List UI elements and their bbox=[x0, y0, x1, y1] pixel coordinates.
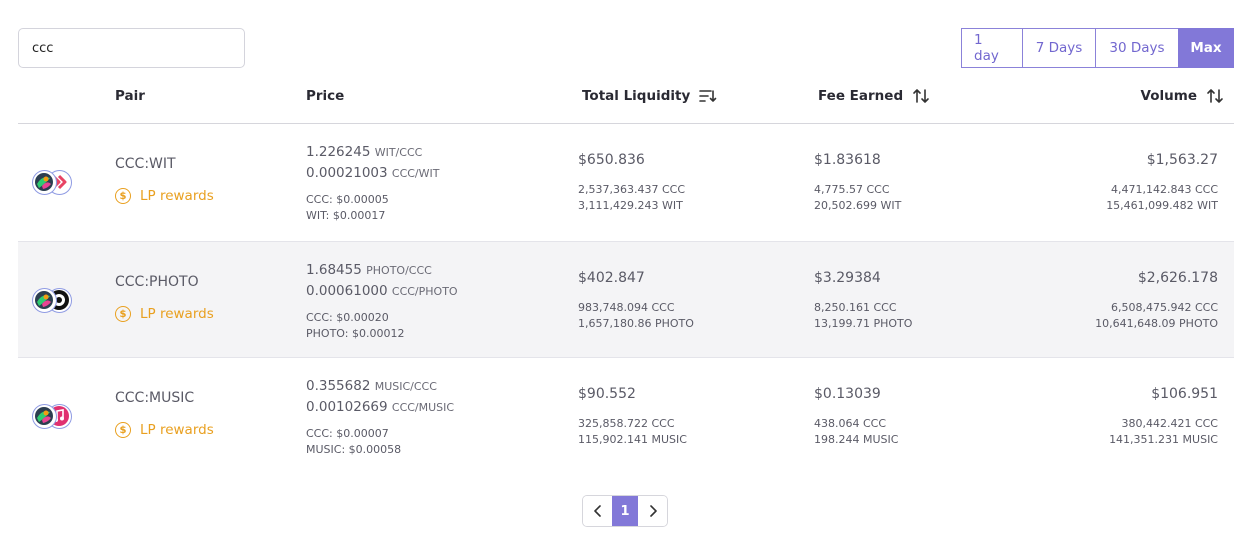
table-row[interactable]: CCC:WIT $ LP rewards 1.226245 WIT/CCC 0.0… bbox=[18, 124, 1234, 241]
range-max-button[interactable]: Max bbox=[1178, 28, 1234, 68]
sort-icon[interactable] bbox=[1206, 88, 1224, 104]
table-header: Pair Price Total Liquidity Fee Earned Vo… bbox=[18, 76, 1234, 124]
total-liquidity-breakdown: 2,537,363.437 CCC 3,111,429.243 WIT bbox=[578, 183, 686, 212]
fee-earned-breakdown: 4,775.57 CCC 20,502.699 WIT bbox=[814, 183, 902, 212]
range-1-day-button[interactable]: 1 day bbox=[961, 28, 1023, 68]
range-30-days-button[interactable]: 30 Days bbox=[1095, 28, 1179, 68]
pair-name[interactable]: CCC:PHOTO bbox=[115, 274, 199, 290]
total-liquidity-value: $650.836 bbox=[578, 152, 645, 168]
total-liquidity-breakdown: 325,858.722 CCC 115,902.141 MUSIC bbox=[578, 417, 687, 446]
header-volume[interactable]: Volume bbox=[1141, 88, 1224, 104]
sort-icon[interactable] bbox=[912, 88, 930, 104]
token-usd-prices: CCC: $0.00020 PHOTO: $0.00012 bbox=[306, 311, 405, 340]
ccc-token-icon bbox=[32, 170, 57, 195]
pair-token-icons bbox=[32, 170, 80, 196]
header-fee-earned[interactable]: Fee Earned bbox=[818, 88, 930, 104]
lp-rewards-link[interactable]: $ LP rewards bbox=[115, 422, 214, 438]
total-liquidity-breakdown: 983,748.094 CCC 1,657,180.86 PHOTO bbox=[578, 301, 694, 330]
volume-value: $106.951 bbox=[1151, 386, 1218, 402]
volume-value: $1,563.27 bbox=[1146, 152, 1218, 168]
dollar-coin-icon: $ bbox=[115, 306, 131, 322]
time-range-selector: 1 day 7 Days 30 Days Max bbox=[961, 28, 1234, 68]
token-usd-prices: CCC: $0.00007 MUSIC: $0.00058 bbox=[306, 427, 402, 456]
dollar-coin-icon: $ bbox=[115, 188, 131, 204]
header-total-liquidity[interactable]: Total Liquidity bbox=[582, 88, 717, 104]
fee-earned-value: $0.13039 bbox=[814, 386, 881, 402]
total-liquidity-value: $402.847 bbox=[578, 270, 645, 286]
fee-earned-breakdown: 438.064 CCC 198.244 MUSIC bbox=[814, 417, 899, 446]
volume-breakdown: 4,471,142.843 CCC 15,461,099.482 WIT bbox=[1106, 183, 1218, 212]
fee-earned-value: $1.83618 bbox=[814, 152, 881, 168]
pair-name[interactable]: CCC:WIT bbox=[115, 156, 176, 172]
lp-rewards-link[interactable]: $ LP rewards bbox=[115, 306, 214, 322]
chevron-left-icon bbox=[593, 505, 601, 517]
table-row[interactable]: CCC:MUSIC $ LP rewards 0.355682 MUSIC/CCC… bbox=[18, 358, 1234, 475]
dollar-coin-icon: $ bbox=[115, 422, 131, 438]
page-1-button[interactable]: 1 bbox=[612, 496, 638, 526]
header-price: Price bbox=[306, 88, 345, 104]
pair-name[interactable]: CCC:MUSIC bbox=[115, 390, 194, 406]
pair-price: 1.68455 PHOTO/CCC 0.00061000 CCC/PHOTO bbox=[306, 262, 458, 299]
pair-price: 1.226245 WIT/CCC 0.00021003 CCC/WIT bbox=[306, 144, 440, 181]
volume-breakdown: 6,508,475.942 CCC 10,641,648.09 PHOTO bbox=[1095, 301, 1218, 330]
pagination: 1 bbox=[582, 495, 668, 527]
volume-value: $2,626.178 bbox=[1137, 270, 1218, 286]
range-7-days-button[interactable]: 7 Days bbox=[1022, 28, 1096, 68]
ccc-token-icon bbox=[32, 404, 57, 429]
pair-token-icons bbox=[32, 288, 80, 314]
fee-earned-breakdown: 8,250.161 CCC 13,199.71 PHOTO bbox=[814, 301, 913, 330]
pair-price: 0.355682 MUSIC/CCC 0.00102669 CCC/MUSIC bbox=[306, 378, 455, 415]
total-liquidity-value: $90.552 bbox=[578, 386, 636, 402]
chevron-right-icon bbox=[649, 505, 657, 517]
header-pair: Pair bbox=[115, 88, 145, 104]
lp-rewards-link[interactable]: $ LP rewards bbox=[115, 188, 214, 204]
token-usd-prices: CCC: $0.00005 WIT: $0.00017 bbox=[306, 193, 389, 222]
pair-token-icons bbox=[32, 404, 80, 430]
previous-page-button[interactable] bbox=[583, 496, 612, 526]
next-page-button[interactable] bbox=[638, 496, 667, 526]
search-input[interactable] bbox=[18, 28, 245, 68]
volume-breakdown: 380,442.421 CCC 141,351.231 MUSIC bbox=[1109, 417, 1218, 446]
sort-descending-icon[interactable] bbox=[699, 88, 717, 104]
table-row[interactable]: CCC:PHOTO $ LP rewards 1.68455 PHOTO/CCC … bbox=[18, 241, 1234, 358]
fee-earned-value: $3.29384 bbox=[814, 270, 881, 286]
ccc-token-icon bbox=[32, 288, 57, 313]
